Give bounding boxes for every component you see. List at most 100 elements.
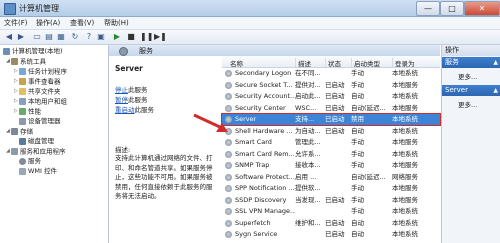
export-icon[interactable]: ▦ [56, 32, 66, 42]
toolbar: ◀ ▶ ▭ ▤ ▦ ↻ ? ▣ ▶ ■ ❚❚ ▶❚ [0, 30, 500, 45]
service-name: SPP Notification ... [235, 184, 295, 192]
service-name: Smart Card Rem... [235, 149, 295, 158]
tree-task-scheduler[interactable]: ▷ 任务计划程序 [14, 67, 67, 76]
service-description: 启动此... [295, 92, 321, 100]
properties-icon[interactable]: ▣ [96, 32, 106, 42]
service-row[interactable]: Secondary Logon 在不同... 手动 本地系统 [222, 68, 440, 79]
tree-services[interactable]: 服务 [19, 157, 41, 166]
service-name: Security Account... [235, 92, 295, 100]
service-status: 已启动 [325, 92, 345, 100]
service-status: 已启动 [325, 218, 345, 227]
service-row[interactable]: Superfetch 维护和... 已启动 自动 本地系统 [222, 218, 440, 229]
tree-performance[interactable]: ▷ 性能 [14, 107, 41, 116]
service-name: Secure Socket T... [235, 80, 293, 89]
service-log-on-as: 本地系统 [392, 69, 418, 77]
service-row[interactable]: Smart Card 管理此... 手动 本地服务 [222, 137, 440, 148]
actions-section-services[interactable]: 服务 ▲ [442, 57, 500, 68]
computer-icon [3, 47, 10, 55]
menu-action[interactable]: 操作(A) [36, 18, 60, 28]
service-startup-type: 自动 [351, 126, 364, 135]
service-gear-icon [225, 70, 232, 77]
actions-more-server[interactable]: 更多... [458, 99, 477, 109]
column-startup-type[interactable]: 启动类型 [351, 58, 380, 68]
minimize-button[interactable]: — [416, 1, 440, 16]
service-name: SSL VPN Manage... [235, 207, 295, 215]
service-row[interactable]: Software Protect... 启用 ... 自动(延迟... 网络服务 [222, 172, 440, 183]
service-log-on-as: 本地服务 [392, 184, 418, 192]
folder-icon[interactable]: ▭ [32, 32, 42, 42]
service-row[interactable]: Security Center WSC... 已启动 自动(延迟... 本地服务 [222, 103, 440, 114]
service-description: 启用 ... [295, 172, 317, 181]
device-icon [19, 117, 26, 125]
actions-section-server[interactable]: Server ▲ [442, 85, 500, 96]
refresh-icon[interactable]: ↻ [70, 32, 80, 42]
restart-service-icon[interactable]: ▶❚ [154, 32, 167, 42]
back-icon[interactable]: ◀ [4, 32, 14, 42]
service-log-on-as: 本地系统 [392, 218, 418, 227]
pause-service-link[interactable]: 暂停此服务 [115, 94, 148, 104]
tree-storage[interactable]: ◢ 存储 [6, 127, 33, 136]
service-status: 已启动 [325, 230, 345, 238]
tree-system-tools[interactable]: ◢ 系统工具 [6, 57, 46, 66]
collapse-icon[interactable]: ▲ [493, 57, 498, 68]
menu-view[interactable]: 查看(V) [70, 18, 94, 28]
column-description[interactable]: 描述 [295, 58, 311, 68]
close-button[interactable]: ✕ [464, 1, 500, 16]
service-description: 支持... [295, 115, 315, 123]
column-name[interactable]: 名称 [228, 58, 243, 68]
service-log-on-as: 本地系统 [392, 207, 418, 215]
help-icon[interactable]: ? [84, 32, 94, 42]
wmi-icon [19, 167, 26, 175]
service-gear-icon [225, 196, 232, 204]
service-row[interactable]: SSDP Discovery 当发现... 已启动 手动 本地服务 [222, 195, 440, 206]
forward-icon[interactable]: ▶ [16, 32, 26, 42]
tree-event-viewer[interactable]: ▷ 事件查看器 [14, 77, 61, 86]
maximize-button[interactable]: □ [440, 1, 464, 16]
service-gear-icon [225, 81, 232, 89]
column-log-on-as[interactable]: 登录为 [392, 58, 415, 68]
start-service-icon[interactable]: ▶ [112, 32, 122, 42]
pause-service-icon[interactable]: ❚❚ [140, 32, 153, 42]
service-row[interactable]: SNMP Trap 接收本... 手动 本地服务 [222, 160, 440, 171]
tree-shared-folders[interactable]: ▷ 共享文件夹 [14, 87, 61, 96]
restart-service-link[interactable]: 重启动此服务 [115, 104, 154, 114]
service-gear-icon [225, 231, 232, 238]
service-row[interactable]: Smart Card Rem... 允许系... 手动 本地系统 [222, 149, 440, 160]
service-startup-type: 自动 [351, 92, 364, 100]
service-gear-icon [225, 208, 232, 215]
tree-services-apps[interactable]: ◢ 服务和应用程序 [6, 147, 66, 156]
service-row[interactable]: Sygn Service 已启动 自动 本地系统 [222, 229, 440, 240]
service-name: Server [235, 115, 257, 123]
actions-more-services[interactable]: 更多... [458, 71, 477, 81]
disk-icon [19, 137, 26, 145]
services-apps-icon [11, 148, 18, 155]
service-row[interactable]: SSL VPN Manage... 手动 本地系统 [222, 206, 440, 217]
tree-device-manager[interactable]: 设备管理器 [19, 117, 61, 126]
services-list: 名称 描述 状态 启动类型 登录为 Secondary Logon 在不同... 手… [221, 56, 441, 243]
actions-pane: 操作 服务 ▲ 更多... Server ▲ 更多... [441, 45, 500, 243]
console-tree-icon[interactable]: ▤ [44, 32, 54, 42]
service-startup-type: 自动(延迟... [351, 103, 386, 112]
tree-wmi[interactable]: WMI 控件 [19, 167, 57, 176]
service-log-on-as: 本地系统 [392, 149, 418, 158]
stop-service-link[interactable]: 停止此服务 [115, 84, 148, 94]
service-row[interactable]: Server 支持... 已启动 禁用 本地系统 [221, 113, 441, 126]
service-status: 已启动 [325, 80, 345, 89]
tree-local-users[interactable]: ▷ 本地用户和组 [14, 97, 67, 106]
service-name: Sygn Service [235, 230, 278, 238]
menu-help[interactable]: 帮助(H) [104, 18, 129, 28]
collapse-icon[interactable]: ▲ [493, 85, 498, 96]
users-icon [19, 98, 26, 105]
service-row[interactable]: Secure Socket T... 提供对... 已启动 手动 本地服务 [222, 80, 440, 91]
service-row[interactable]: Shell Hardware ... 为自动... 已启动 自动 本地系统 [222, 126, 440, 137]
service-log-on-as: 本地服务 [392, 80, 418, 89]
service-status: 已启动 [325, 103, 345, 112]
column-status[interactable]: 状态 [325, 58, 341, 68]
tree-disk-management[interactable]: 磁盘管理 [19, 137, 54, 146]
stop-service-icon[interactable]: ■ [126, 32, 136, 42]
tree-root[interactable]: 计算机管理(本地) [3, 47, 63, 56]
service-row[interactable]: Security Account... 启动此... 已启动 自动 本地系统 [222, 91, 440, 102]
service-log-on-as: 本地服务 [392, 103, 418, 112]
menu-file[interactable]: 文件(F) [4, 18, 28, 28]
service-row[interactable]: SPP Notification ... 提供软... 手动 本地服务 [222, 183, 440, 194]
